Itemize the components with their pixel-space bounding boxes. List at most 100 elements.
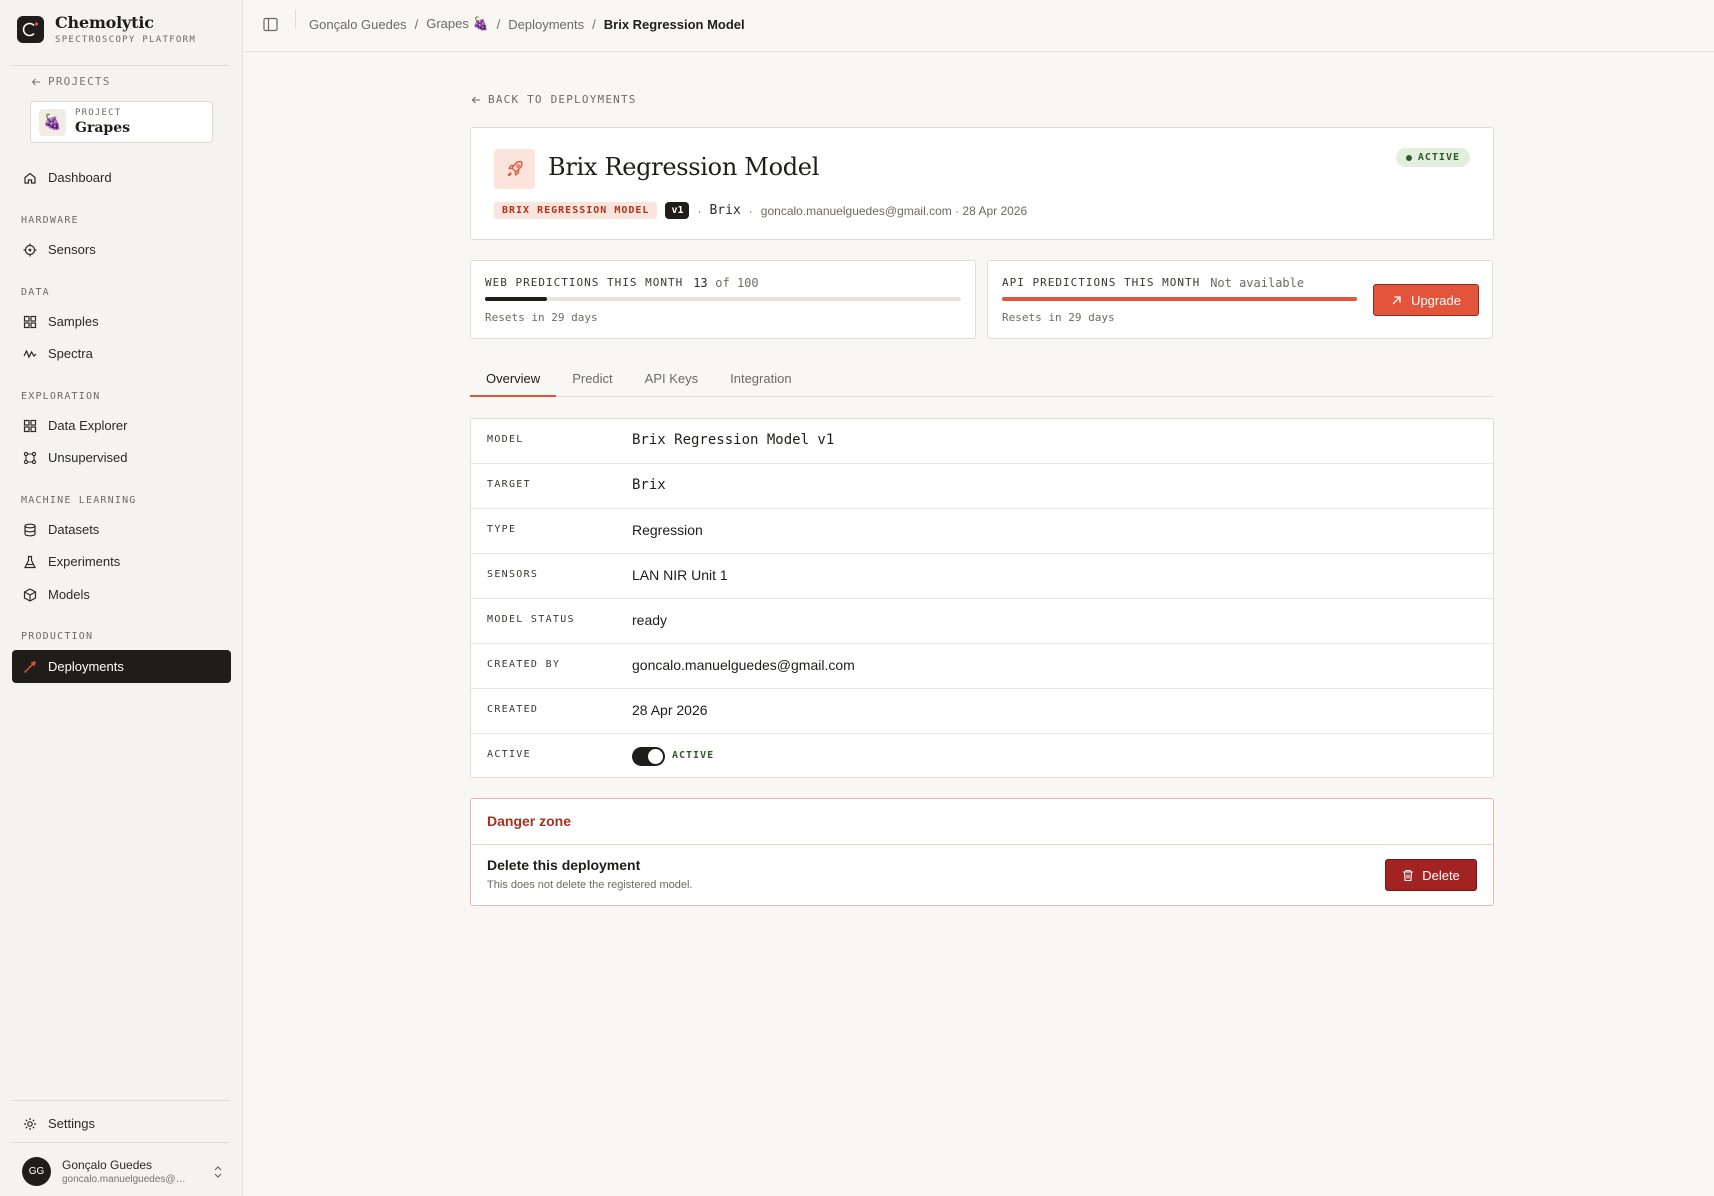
sidebar-item-dashboard[interactable]: Dashboard [12, 161, 231, 194]
danger-description: This does not delete the registered mode… [487, 879, 693, 891]
sidebar-item-samples[interactable]: Samples [12, 305, 231, 338]
breadcrumb-deployments[interactable]: Deployments [508, 17, 584, 32]
user-name: Gonçalo Guedes [62, 1158, 153, 1172]
sidebar-item-label: Samples [48, 314, 99, 329]
breadcrumb-separator: / [592, 16, 596, 32]
meta-creator-date: goncalo.manuelguedes@gmail.com · 28 Apr … [760, 203, 1028, 218]
api-usage-value: Not available [1210, 276, 1305, 290]
sidebar-item-experiments[interactable]: Experiments [12, 545, 231, 578]
detail-key: TYPE [487, 524, 517, 535]
sidebar-divider [12, 65, 230, 66]
active-toggle[interactable] [632, 747, 665, 766]
status-badge: ACTIVE [1395, 148, 1470, 167]
chevron-up-down-icon [214, 1165, 222, 1178]
back-to-deployments-label: BACK TO DEPLOYMENTS [488, 93, 637, 106]
sidebar-item-sensors[interactable]: Sensors [12, 233, 231, 266]
detail-row-active: ACTIVE ACTIVE [471, 734, 1493, 779]
sidebar-item-spectra[interactable]: Spectra [12, 337, 231, 370]
project-switcher[interactable]: 🍇 PROJECT Grapes [30, 101, 213, 143]
user-menu[interactable]: GG Gonçalo Guedes goncalo.manuelguedes@g… [22, 1157, 223, 1186]
web-usage-bar-fill [485, 297, 547, 301]
sidebar-item-datasets[interactable]: Datasets [12, 513, 231, 546]
detail-row-created: CREATED 28 Apr 2026 [471, 689, 1493, 734]
breadcrumb-project[interactable]: Grapes 🍇 [426, 16, 488, 32]
user-email: goncalo.manuelguedes@gmail.com [62, 1174, 190, 1185]
detail-key: CREATED BY [487, 659, 561, 670]
sidebar-item-data-explorer[interactable]: Data Explorer [12, 409, 231, 442]
sidebar-item-models[interactable]: Models [12, 578, 231, 611]
detail-row-target: TARGET Brix [471, 464, 1493, 509]
meta-separator: · [697, 203, 702, 218]
sidebar-item-label: Models [48, 587, 90, 602]
tab-bar: Overview Predict API Keys Integration [470, 366, 1494, 397]
topbar-divider [295, 10, 296, 28]
database-icon [24, 523, 36, 536]
section-machine-learning: MACHINE LEARNING [21, 495, 137, 506]
delete-button[interactable]: Delete [1385, 859, 1477, 891]
arrow-up-right-icon [1392, 295, 1401, 304]
breadcrumb-current: Brix Regression Model [603, 16, 745, 32]
sidebar-toggle-icon[interactable] [263, 17, 278, 32]
web-usage-count: 13 [693, 276, 708, 290]
api-usage-bar [1002, 297, 1357, 301]
detail-value: goncalo.manuelguedes@gmail.com [632, 657, 855, 673]
section-production: PRODUCTION [21, 631, 94, 642]
danger-zone-card: Danger zone Delete this deployment This … [470, 798, 1494, 906]
toggle-knob [648, 749, 663, 764]
tab-predict[interactable]: Predict [556, 366, 628, 397]
sidebar-divider [12, 1142, 230, 1143]
detail-row-model: MODEL Brix Regression Model v1 [471, 419, 1493, 464]
deployment-meta: BRIX REGRESSION MODEL v1 · Brix · goncal… [494, 202, 1027, 219]
brand-name: Chemolytic [55, 13, 154, 32]
tab-integration[interactable]: Integration [714, 366, 807, 397]
arrow-left-icon [31, 78, 40, 85]
detail-row-sensors: SENSORS LAN NIR Unit 1 [471, 554, 1493, 599]
section-data: DATA [21, 287, 50, 298]
sidebar-item-label: Unsupervised [48, 450, 128, 465]
sidebar-item-label: Data Explorer [48, 418, 128, 433]
delete-label: Delete [1422, 867, 1460, 883]
breadcrumb: Gonçalo Guedes / Grapes 🍇 / Deployments … [309, 16, 745, 32]
sensor-icon [23, 243, 37, 256]
breadcrumb-separator: / [414, 16, 419, 32]
status-dot-icon [1405, 154, 1412, 161]
detail-key: MODEL STATUS [487, 614, 575, 625]
details-table: MODEL Brix Regression Model v1 TARGET Br… [470, 418, 1494, 778]
meta-target: Brix [709, 203, 741, 218]
sidebar: Chemolytic SPECTROSCOPY PLATFORM PROJECT… [0, 0, 243, 1196]
back-to-projects-link[interactable]: PROJECTS [31, 75, 111, 88]
sidebar-item-label: Datasets [48, 522, 100, 537]
sidebar-item-deployments[interactable]: Deployments [12, 650, 231, 683]
sidebar-item-unsupervised[interactable]: Unsupervised [12, 441, 231, 474]
tab-api-keys[interactable]: API Keys [629, 366, 714, 397]
api-usage-card: API PREDICTIONS THIS MONTH Not available… [987, 260, 1493, 339]
danger-zone-title: Danger zone [487, 813, 572, 829]
grid-icon [23, 315, 37, 328]
brand[interactable]: Chemolytic SPECTROSCOPY PLATFORM [17, 14, 196, 45]
web-usage-label: WEB PREDICTIONS THIS MONTH 13 of 100 [485, 276, 759, 290]
web-usage-bar [485, 297, 961, 301]
back-to-deployments-link[interactable]: BACK TO DEPLOYMENTS [471, 93, 637, 106]
web-usage-reset: Resets in 29 days [485, 311, 598, 324]
tab-overview[interactable]: Overview [470, 366, 557, 397]
web-usage-limit: of 100 [715, 276, 759, 290]
trash-icon [1403, 869, 1414, 881]
detail-value: Brix [632, 477, 666, 493]
page-title: Brix Regression Model [548, 153, 820, 181]
detail-key: ACTIVE [487, 749, 531, 760]
cube-icon [23, 587, 37, 602]
top-bar: Gonçalo Guedes / Grapes 🍇 / Deployments … [244, 0, 1714, 52]
detail-value: Regression [632, 522, 703, 538]
sidebar-item-settings[interactable]: Settings [12, 1107, 231, 1140]
brand-subtitle: SPECTROSCOPY PLATFORM [55, 35, 197, 45]
section-hardware: HARDWARE [21, 215, 79, 226]
arrow-left-icon [471, 96, 480, 103]
upgrade-button[interactable]: Upgrade [1373, 284, 1479, 316]
api-usage-reset: Resets in 29 days [1002, 311, 1115, 324]
detail-row-type: TYPE Regression [471, 509, 1493, 554]
status-badge-label: ACTIVE [1417, 152, 1460, 163]
sidebar-item-label: Sensors [48, 242, 96, 257]
avatar: GG [22, 1157, 51, 1186]
breadcrumb-user[interactable]: Gonçalo Guedes [309, 17, 407, 32]
api-usage-label: API PREDICTIONS THIS MONTH Not available [1002, 276, 1304, 290]
